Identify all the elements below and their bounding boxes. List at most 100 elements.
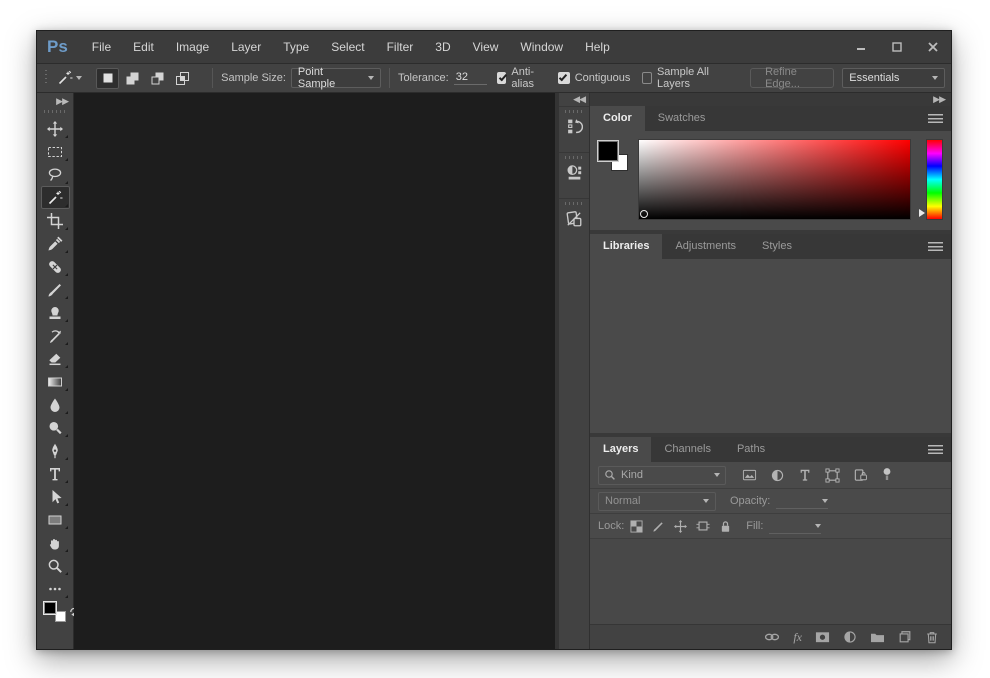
menu-view[interactable]: View <box>462 31 510 63</box>
maximize-button[interactable] <box>879 31 915 63</box>
zoom-tool[interactable] <box>41 554 70 577</box>
opacity-dropdown[interactable] <box>776 493 829 509</box>
refine-edge-button[interactable]: Refine Edge... <box>750 66 835 90</box>
tools-gripper[interactable] <box>44 110 66 113</box>
pixel-layers-filter-icon[interactable] <box>742 468 757 483</box>
magic-wand-tool[interactable] <box>40 186 70 209</box>
history-brush-tool[interactable] <box>41 324 70 347</box>
anti-alias-checkbox[interactable] <box>497 72 507 84</box>
history-panel-button[interactable] <box>559 106 589 152</box>
crop-tool[interactable] <box>41 209 70 232</box>
background-color-swatch[interactable] <box>55 611 66 622</box>
menu-3d[interactable]: 3D <box>424 31 461 63</box>
libraries-panel-menu-button[interactable] <box>928 234 951 259</box>
menu-image[interactable]: Image <box>165 31 220 63</box>
layers-lock-row: Lock: Fill: <box>590 514 951 539</box>
lock-image-pixels-icon[interactable] <box>652 520 665 533</box>
gradient-tool[interactable] <box>41 370 70 393</box>
eraser-tool[interactable] <box>41 347 70 370</box>
options-bar-gripper[interactable] <box>45 70 48 86</box>
lock-position-icon[interactable] <box>674 519 688 533</box>
edit-toolbar-button[interactable] <box>41 577 70 600</box>
subtract-from-selection-button[interactable] <box>146 68 169 89</box>
add-layer-mask-icon[interactable] <box>815 630 830 644</box>
hand-tool[interactable] <box>41 531 70 554</box>
foreground-background-swatches[interactable] <box>44 602 66 622</box>
blend-mode-dropdown[interactable]: Normal <box>598 491 716 511</box>
canvas-area[interactable] <box>74 93 555 649</box>
rectangular-marquee-tool[interactable] <box>41 140 70 163</box>
search-icon <box>605 470 615 480</box>
blur-tool[interactable] <box>41 393 70 416</box>
menu-edit[interactable]: Edit <box>122 31 165 63</box>
type-tool[interactable] <box>41 462 70 485</box>
type-layers-filter-icon[interactable] <box>798 468 812 482</box>
delete-layer-icon[interactable] <box>925 630 939 645</box>
path-selection-tool[interactable] <box>41 485 70 508</box>
dodge-tool[interactable] <box>41 416 70 439</box>
tolerance-input[interactable]: 32 <box>453 71 488 85</box>
menu-layer[interactable]: Layer <box>220 31 272 63</box>
layers-panel-menu-button[interactable] <box>928 437 951 462</box>
hue-slider-icon[interactable] <box>919 209 925 217</box>
new-layer-icon[interactable] <box>898 630 912 644</box>
expand-tools-icon[interactable]: ▶▶ <box>56 95 73 107</box>
brush-tool[interactable] <box>41 278 70 301</box>
tab-channels[interactable]: Channels <box>651 437 723 462</box>
layers-list[interactable] <box>590 539 951 624</box>
tab-libraries[interactable]: Libraries <box>590 234 663 259</box>
intersect-selection-button[interactable] <box>171 68 194 89</box>
menu-file[interactable]: File <box>81 31 122 63</box>
menu-select[interactable]: Select <box>320 31 375 63</box>
foreground-color-swatch[interactable] <box>44 602 56 614</box>
layer-effects-icon[interactable]: fx <box>793 630 802 645</box>
tab-adjustments[interactable]: Adjustments <box>662 234 749 259</box>
properties-panel-button[interactable] <box>559 152 589 198</box>
tab-paths[interactable]: Paths <box>724 437 778 462</box>
active-tool-preset[interactable] <box>53 70 90 86</box>
menu-help[interactable]: Help <box>574 31 621 63</box>
new-group-icon[interactable] <box>870 631 885 644</box>
rectangle-shape-tool[interactable] <box>41 508 70 531</box>
workspace-dropdown[interactable]: Essentials <box>842 68 945 88</box>
adjustment-layers-filter-icon[interactable] <box>770 468 785 483</box>
spot-healing-brush-tool[interactable] <box>41 255 70 278</box>
sample-all-layers-checkbox[interactable] <box>642 72 652 84</box>
menu-window[interactable]: Window <box>509 31 574 63</box>
smart-objects-filter-icon[interactable] <box>853 468 868 483</box>
clone-stamp-tool[interactable] <box>41 301 70 324</box>
contiguous-checkbox[interactable] <box>557 72 570 84</box>
new-adjustment-layer-icon[interactable] <box>843 630 857 644</box>
link-layers-icon[interactable] <box>764 630 780 644</box>
layer-filter-toggle-icon[interactable] <box>881 467 893 483</box>
expand-panels-icon[interactable]: ◀◀ <box>559 93 589 106</box>
close-button[interactable] <box>915 31 951 63</box>
fill-dropdown[interactable] <box>769 518 822 534</box>
add-to-selection-button[interactable] <box>121 68 144 89</box>
shape-layers-filter-icon[interactable] <box>825 467 840 483</box>
lasso-tool[interactable] <box>41 163 70 186</box>
tab-swatches[interactable]: Swatches <box>645 106 719 131</box>
eyedropper-tool[interactable] <box>41 232 70 255</box>
lock-all-icon[interactable] <box>719 520 732 533</box>
filter-kind-dropdown[interactable]: Kind <box>598 465 726 485</box>
minimize-button[interactable] <box>843 31 879 63</box>
sample-size-dropdown[interactable]: Point Sample <box>290 66 382 90</box>
saturation-brightness-field[interactable] <box>638 139 911 220</box>
lock-transparent-pixels-icon[interactable] <box>630 519 643 533</box>
move-tool[interactable] <box>41 117 70 140</box>
tab-layers[interactable]: Layers <box>590 437 652 462</box>
pen-tool[interactable] <box>41 439 70 462</box>
new-selection-button[interactable] <box>96 67 120 89</box>
hue-bar[interactable] <box>926 139 943 220</box>
tab-color[interactable]: Color <box>590 106 645 131</box>
menu-filter[interactable]: Filter <box>376 31 425 63</box>
menu-type[interactable]: Type <box>272 31 320 63</box>
color-panel-menu-button[interactable] <box>928 106 951 131</box>
notes-panel-button[interactable] <box>559 198 589 244</box>
collapse-panels-icon[interactable]: ▶▶ <box>590 93 951 106</box>
lock-artboard-icon[interactable] <box>696 519 710 533</box>
foreground-color-swatch[interactable] <box>598 141 618 161</box>
tab-styles[interactable]: Styles <box>749 234 805 259</box>
color-picker-marker[interactable] <box>640 210 648 218</box>
